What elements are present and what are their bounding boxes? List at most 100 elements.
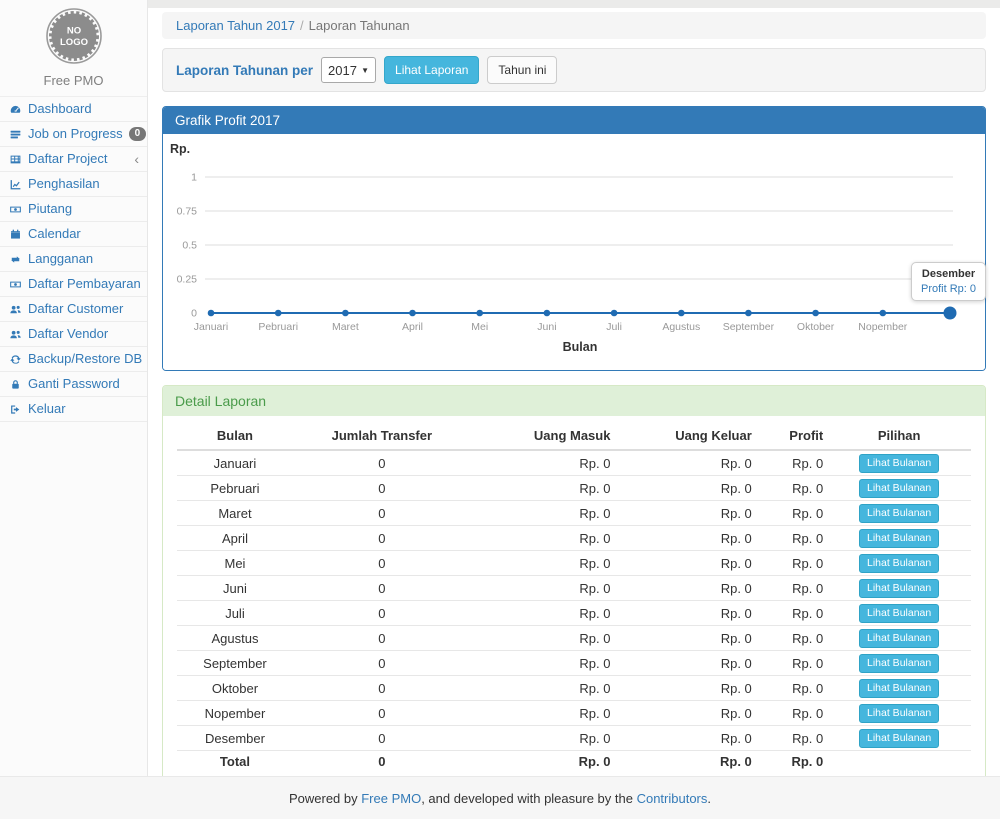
sidebar-item-ganti-password[interactable]: Ganti Password [0, 372, 147, 397]
sidebar-item-label: Dashboard [28, 101, 92, 117]
filter-label: Laporan Tahunan per [176, 63, 313, 78]
cell-profit: Rp. 0 [756, 526, 827, 551]
sign-out-icon [9, 403, 22, 416]
sidebar-menu: Dashboard Job on Progress0Daftar Project‹… [0, 96, 147, 422]
col-header-profit: Profit [756, 422, 827, 450]
sidebar-item-label: Piutang [28, 201, 72, 217]
cell-pilihan: Lihat Bulanan [827, 676, 971, 701]
cell-uang-masuk: Rp. 0 [471, 651, 615, 676]
footer-link-contributors[interactable]: Contributors [637, 791, 708, 806]
cell-pilihan: Lihat Bulanan [827, 476, 971, 501]
cell-jumlah-transfer: 0 [293, 651, 471, 676]
cell-uang-keluar: Rp. 0 [614, 601, 755, 626]
lihat-bulanan-button[interactable]: Lihat Bulanan [859, 504, 939, 523]
profit-line-chart[interactable]: Rp.10.750.50.250JanuariPebruariMaretApri… [163, 134, 993, 370]
dashboard-icon [9, 103, 22, 116]
footer-link-free-pmo[interactable]: Free PMO [361, 791, 421, 806]
sidebar-item-daftar-pembayaran[interactable]: Daftar Pembayaran [0, 272, 147, 297]
cell-pilihan: Lihat Bulanan [827, 726, 971, 751]
col-header-bulan: Bulan [177, 422, 293, 450]
cell-uang-masuk: Rp. 0 [471, 526, 615, 551]
lihat-bulanan-button[interactable]: Lihat Bulanan [859, 604, 939, 623]
lihat-laporan-button[interactable]: Lihat Laporan [384, 56, 479, 84]
chart-tooltip: Desember Profit Rp: 0 [911, 262, 986, 301]
cell-uang-keluar: Rp. 0 [614, 726, 755, 751]
year-select[interactable]: 2017 ▼ [321, 57, 376, 83]
sidebar-item-label: Ganti Password [28, 376, 120, 392]
brand-block: NO LOGO Free PMO [0, 0, 147, 96]
table-row: Januari0Rp. 0Rp. 0Rp. 0Lihat Bulanan [177, 450, 971, 476]
svg-text:Pebruari: Pebruari [258, 321, 298, 333]
sidebar-item-daftar-project[interactable]: Daftar Project‹ [0, 147, 147, 172]
lihat-bulanan-button[interactable]: Lihat Bulanan [859, 679, 939, 698]
lihat-bulanan-button[interactable]: Lihat Bulanan [859, 654, 939, 673]
count-badge: 0 [129, 127, 147, 141]
breadcrumb-link-laporan-tahun[interactable]: Laporan Tahun 2017 [176, 18, 295, 33]
lihat-bulanan-button[interactable]: Lihat Bulanan [859, 629, 939, 648]
lihat-bulanan-button[interactable]: Lihat Bulanan [859, 554, 939, 573]
sidebar-item-job-on-progress[interactable]: Job on Progress0 [0, 122, 147, 147]
cell-bulan: Pebruari [177, 476, 293, 501]
cell-uang-keluar: Rp. 0 [614, 676, 755, 701]
cell-profit: Rp. 0 [756, 476, 827, 501]
detail-laporan-panel: Detail Laporan Bulan Jumlah Transfer Uan… [162, 385, 986, 786]
sidebar-item-calendar[interactable]: Calendar [0, 222, 147, 247]
cell-uang-keluar: Rp. 0 [614, 526, 755, 551]
app-window: NO LOGO Free PMO Dashboard Job on Progres… [0, 0, 1000, 819]
cell-uang-masuk: Rp. 0 [471, 476, 615, 501]
cell-jumlah-transfer: 0 [293, 676, 471, 701]
money-icon [9, 203, 22, 216]
cell-profit: Rp. 0 [756, 576, 827, 601]
sidebar-item-piutang[interactable]: Piutang [0, 197, 147, 222]
col-header-jumlah-transfer: Jumlah Transfer [293, 422, 471, 450]
table-header-row: Bulan Jumlah Transfer Uang Masuk Uang Ke… [177, 422, 971, 450]
chart-canvas[interactable]: Rp.10.750.50.250JanuariPebruariMaretApri… [163, 134, 985, 370]
main-row: NO LOGO Free PMO Dashboard Job on Progres… [0, 0, 1000, 776]
cell-bulan: Juli [177, 601, 293, 626]
cell-jumlah-transfer: 0 [293, 751, 471, 772]
lihat-bulanan-button[interactable]: Lihat Bulanan [859, 454, 939, 473]
cell-pilihan: Lihat Bulanan [827, 651, 971, 676]
cell-uang-masuk: Rp. 0 [471, 450, 615, 476]
sidebar-item-langganan[interactable]: Langganan [0, 247, 147, 272]
cell-uang-masuk: Rp. 0 [471, 701, 615, 726]
cell-jumlah-transfer: 0 [293, 551, 471, 576]
cell-uang-masuk: Rp. 0 [471, 726, 615, 751]
lihat-bulanan-button[interactable]: Lihat Bulanan [859, 579, 939, 598]
table-icon [9, 153, 22, 166]
line-chart-icon [9, 178, 22, 191]
refresh-icon [9, 353, 22, 366]
cell-uang-masuk: Rp. 0 [471, 576, 615, 601]
cell-bulan: Nopember [177, 701, 293, 726]
lihat-bulanan-button[interactable]: Lihat Bulanan [859, 529, 939, 548]
cell-jumlah-transfer: 0 [293, 501, 471, 526]
cell-pilihan: Lihat Bulanan [827, 501, 971, 526]
lihat-bulanan-button[interactable]: Lihat Bulanan [859, 479, 939, 498]
sidebar-item-dashboard[interactable]: Dashboard [0, 97, 147, 122]
footer-text-after: . [707, 791, 711, 806]
cell-uang-keluar: Rp. 0 [614, 551, 755, 576]
chevron-left-icon: ‹ [134, 153, 139, 165]
svg-text:0.5: 0.5 [182, 240, 197, 252]
sidebar-item-backup-restore-db[interactable]: Backup/Restore DB [0, 347, 147, 372]
cell-uang-keluar: Rp. 0 [614, 701, 755, 726]
cell-profit: Rp. 0 [756, 501, 827, 526]
lihat-bulanan-button[interactable]: Lihat Bulanan [859, 704, 939, 723]
sidebar-item-daftar-customer[interactable]: Daftar Customer [0, 297, 147, 322]
cell-bulan: April [177, 526, 293, 551]
footer-text: Powered by Free PMO, and developed with … [289, 791, 711, 806]
svg-text:Mei: Mei [471, 321, 488, 333]
sidebar: NO LOGO Free PMO Dashboard Job on Progres… [0, 0, 148, 776]
table-row: Oktober0Rp. 0Rp. 0Rp. 0Lihat Bulanan [177, 676, 971, 701]
sidebar-item-penghasilan[interactable]: Penghasilan [0, 172, 147, 197]
cell-uang-keluar: Rp. 0 [614, 576, 755, 601]
cell-bulan: Desember [177, 726, 293, 751]
sidebar-item-daftar-vendor[interactable]: Daftar Vendor [0, 322, 147, 347]
tahun-ini-button[interactable]: Tahun ini [487, 56, 557, 84]
cell-uang-masuk: Rp. 0 [471, 626, 615, 651]
svg-text:Bulan: Bulan [563, 340, 598, 354]
col-header-pilihan: Pilihan [827, 422, 971, 450]
sidebar-item-keluar[interactable]: Keluar [0, 397, 147, 422]
top-strip [148, 0, 1000, 8]
lihat-bulanan-button[interactable]: Lihat Bulanan [859, 729, 939, 748]
